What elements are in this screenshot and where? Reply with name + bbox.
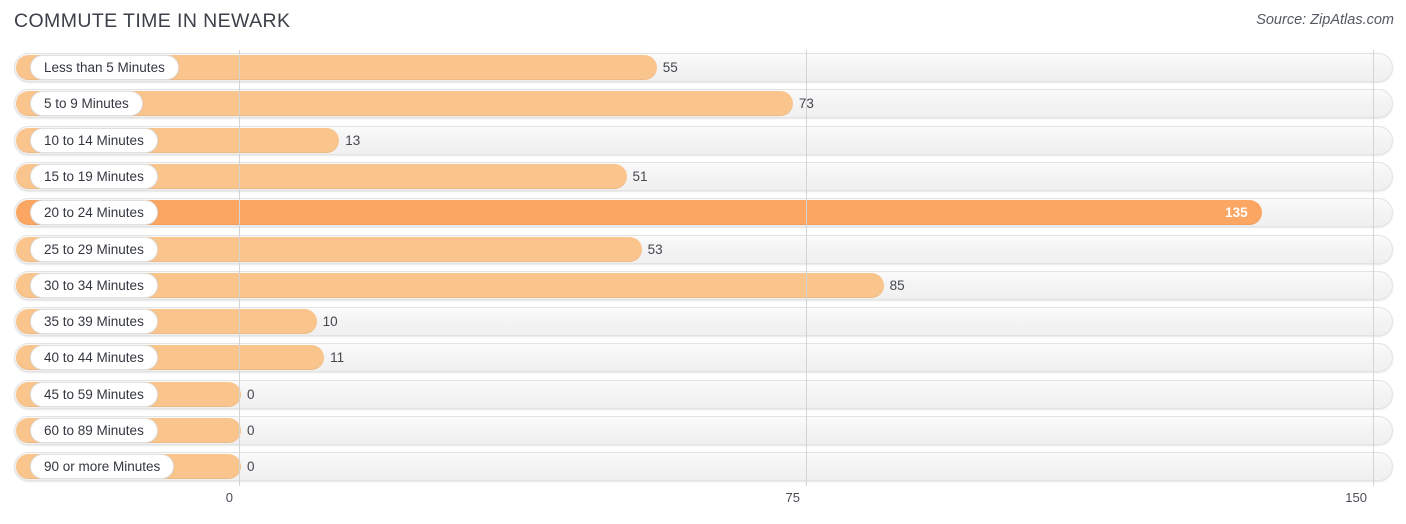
bar-value-label: 85 [889, 277, 905, 293]
source-attribution: Source: ZipAtlas.com [1256, 12, 1394, 28]
bar-category-label: 30 to 34 Minutes [30, 272, 158, 298]
bar-row[interactable]: 40 to 44 Minutes 11 [14, 343, 1393, 373]
bar-row[interactable]: Less than 5 Minutes 55 [14, 53, 1393, 82]
bar-track [14, 234, 1393, 264]
bar-value-label: 10 [322, 314, 338, 330]
bar-track [14, 53, 1393, 82]
bar-category-label: 45 to 59 Minutes [30, 381, 158, 407]
bar-category-label: 60 to 89 Minutes [30, 418, 158, 443]
bar-value-label: 13 [345, 132, 361, 148]
bar-category-label: 10 to 14 Minutes [30, 127, 158, 153]
bar-track [14, 161, 1393, 191]
bar-track [14, 270, 1393, 300]
bar-row[interactable]: 15 to 19 Minutes 51 [14, 161, 1393, 191]
page-title: COMMUTE TIME IN NEWARK [14, 10, 291, 32]
bar-row[interactable]: 45 to 59 Minutes 0 [14, 379, 1393, 409]
bar-track [14, 452, 1393, 482]
plot-area: Less than 5 Minutes 55 5 to 9 Minutes 73 10 … [0, 50, 1406, 486]
bar-value-label: 0 [247, 459, 255, 475]
bar-value-label: 73 [798, 96, 814, 112]
chart-root: COMMUTE TIME IN NEWARK Source: ZipAtlas.… [0, 0, 1406, 524]
bar-value-label: 51 [632, 168, 648, 184]
bar-category-label: 25 to 29 Minutes [30, 236, 158, 262]
bar-row[interactable]: 5 to 9 Minutes 73 [14, 89, 1393, 119]
bar-track [14, 343, 1393, 373]
bar-row[interactable]: 20 to 24 Minutes 135 [14, 198, 1393, 228]
bar-value-label: 53 [647, 241, 663, 257]
bar-track [14, 379, 1393, 409]
bar-row[interactable]: 90 or more Minutes 0 [14, 452, 1393, 482]
bar-category-label: 40 to 44 Minutes [30, 345, 158, 371]
bar-track [14, 125, 1393, 155]
bar-row[interactable]: 35 to 39 Minutes 10 [14, 307, 1393, 337]
bar-category-label: 15 to 19 Minutes [30, 163, 158, 189]
bar-track [14, 89, 1393, 119]
axis-tick-label: 150 [1345, 490, 1367, 505]
bar-row[interactable]: 10 to 14 Minutes 13 [14, 125, 1393, 155]
bar-row[interactable]: 25 to 29 Minutes 53 [14, 234, 1393, 264]
bar-value-label: 0 [247, 423, 255, 438]
bar-category-label: Less than 5 Minutes [30, 55, 179, 80]
bar-value-label: 11 [330, 350, 345, 366]
bar-value-label: 55 [662, 60, 678, 75]
bar-value-label: 0 [247, 386, 255, 402]
bar-row[interactable]: 30 to 34 Minutes 85 [14, 270, 1393, 300]
bar-track [14, 416, 1393, 445]
bar-category-label: 90 or more Minutes [30, 454, 175, 480]
bar-row[interactable]: 60 to 89 Minutes 0 [14, 416, 1393, 445]
bar-track [14, 307, 1393, 337]
bar-category-label: 35 to 39 Minutes [30, 309, 158, 335]
x-axis: 0 75 150 [0, 486, 1406, 524]
bar-category-label: 5 to 9 Minutes [30, 91, 143, 117]
axis-tick-label: 0 [225, 490, 233, 505]
bar-value-label: 135 [1225, 205, 1248, 221]
axis-tick-label: 75 [785, 490, 800, 505]
